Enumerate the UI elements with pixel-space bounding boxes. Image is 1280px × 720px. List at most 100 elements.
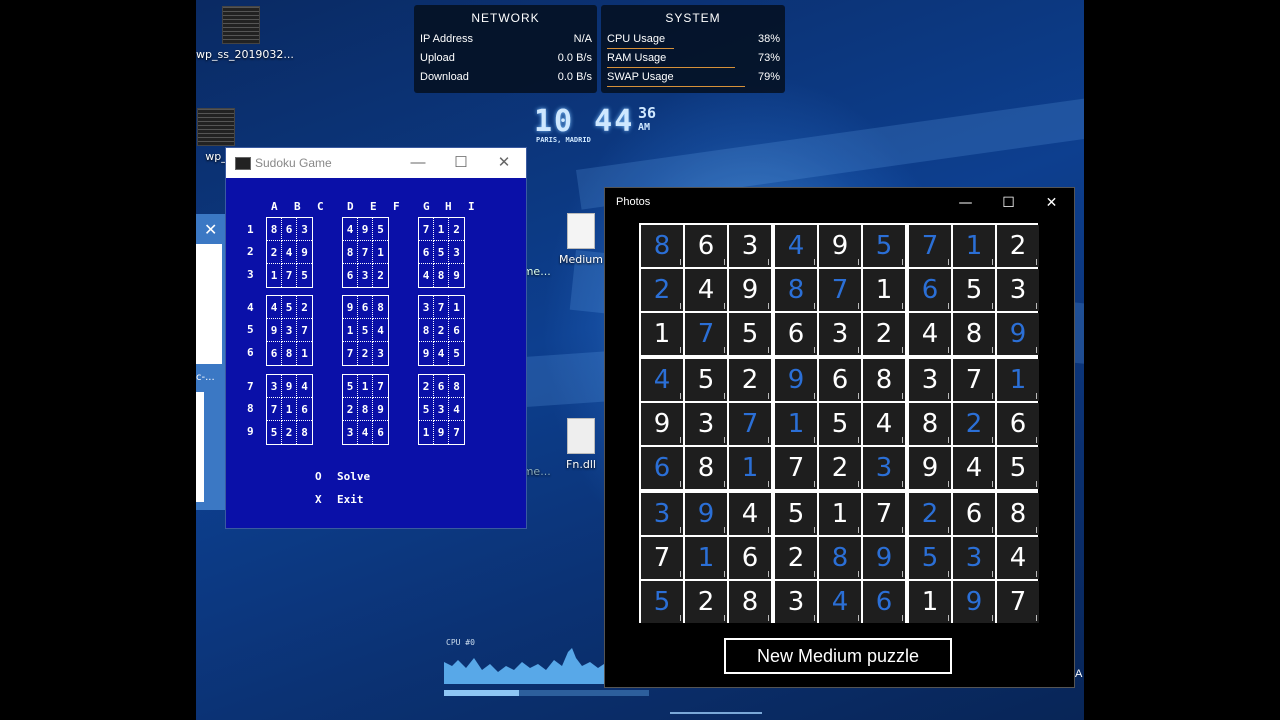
maximize-button[interactable]: ☐	[987, 188, 1030, 218]
board-cell: 4	[863, 403, 905, 445]
console-cell: 6	[297, 398, 312, 421]
sudoku-console-window[interactable]: Sudoku Game — ☐ ✕ ABCDEFGHI8632491754958…	[225, 147, 527, 529]
sudoku-box: 495871632	[342, 217, 389, 288]
board-cell: 9	[909, 447, 951, 489]
row-header: 2	[247, 245, 254, 258]
sudoku-box: 394716528	[266, 374, 313, 445]
system-row-value: 73%	[757, 52, 780, 64]
board-cell: 8	[863, 359, 905, 401]
console-cell: 2	[449, 218, 464, 241]
board-cell: 5	[997, 447, 1039, 489]
board-cell: 1	[729, 447, 771, 489]
console-cell: 8	[434, 264, 449, 287]
desktop-icon-wp-ss-1[interactable]: wp_ss_2019032...	[196, 6, 294, 61]
board-cell: 2	[909, 493, 951, 535]
console-cell: 7	[343, 342, 358, 365]
image-thumbnail-icon	[222, 6, 260, 44]
system-row-value: 79%	[757, 71, 780, 83]
console-cell: 8	[419, 319, 434, 342]
console-cell: 5	[282, 296, 297, 319]
board-cell: 5	[819, 403, 861, 445]
console-cell: 5	[267, 421, 282, 444]
partial-window-content	[196, 244, 222, 364]
solve-option[interactable]: Solve	[337, 470, 370, 483]
console-cell: 3	[419, 296, 434, 319]
menu-key: O	[315, 470, 322, 483]
sudoku-box: 452937681	[266, 295, 313, 366]
board-cell: 4	[775, 225, 817, 267]
network-widget: NETWORK IP Address N/A Upload 0.0 B/s Down…	[414, 5, 597, 93]
console-cell: 5	[343, 375, 358, 398]
console-cell: 4	[373, 319, 388, 342]
close-button[interactable]: ✕	[482, 148, 526, 178]
new-puzzle-button[interactable]: New Medium puzzle	[724, 638, 952, 674]
system-widget: SYSTEM CPU Usage 38% RAM Usage 73% SWAP Us…	[601, 5, 785, 93]
board-cell: 9	[775, 359, 817, 401]
system-row-cpu: CPU Usage 38%	[601, 33, 785, 52]
photos-window[interactable]: Photos — ☐ ✕ 863495712249871653175632489…	[604, 187, 1075, 688]
console-cell: 8	[373, 296, 388, 319]
sudoku-window-titlebar[interactable]: Sudoku Game — ☐ ✕	[226, 148, 526, 178]
console-cell: 9	[267, 319, 282, 342]
board-cell: 9	[685, 493, 727, 535]
close-button[interactable]: ✕	[1030, 188, 1073, 218]
console-cell: 2	[358, 342, 373, 365]
console-cell: 6	[449, 319, 464, 342]
network-row-label: Download	[420, 71, 469, 83]
maximize-button[interactable]: ☐	[439, 148, 483, 178]
board-cell: 6	[641, 447, 683, 489]
minimize-button[interactable]: —	[396, 148, 440, 178]
console-cell: 1	[301, 347, 308, 360]
console-cell: 7	[419, 218, 434, 241]
board-cell: 1	[775, 403, 817, 445]
cpu-usage-bar	[607, 48, 674, 49]
board-cell: 3	[685, 403, 727, 445]
cpu-graph-fill	[444, 690, 519, 696]
desktop-icon-label: wp_	[205, 150, 227, 163]
console-cell: 9	[373, 398, 388, 421]
taskbar-indicator	[670, 712, 762, 714]
clock-ampm: AM	[638, 122, 651, 133]
board-cell: 6	[819, 359, 861, 401]
console-cell: 3	[449, 241, 464, 264]
exit-option[interactable]: Exit	[337, 493, 364, 506]
console-app-icon	[235, 157, 251, 170]
board-cell: 4	[819, 581, 861, 623]
desktop-clock: 10 44 36 AM PARIS, MADRID	[534, 104, 656, 144]
board-cell: 1	[953, 225, 995, 267]
console-cell: 4	[282, 241, 297, 264]
system-row-label: CPU Usage	[607, 33, 666, 45]
board-cell: 7	[775, 447, 817, 489]
row-header: 7	[247, 380, 254, 393]
partial-background-window[interactable]: ✕ c-...	[196, 214, 226, 510]
board-cell: 2	[863, 313, 905, 355]
swap-usage-bar	[607, 86, 745, 87]
column-header: A	[271, 200, 278, 213]
board-cell: 7	[819, 269, 861, 311]
row-header: 5	[247, 323, 254, 336]
system-row-label: RAM Usage	[607, 52, 667, 64]
console-cell: 8	[343, 241, 358, 264]
board-cell: 6	[997, 403, 1039, 445]
cpu-graph-chart	[444, 648, 604, 684]
console-cell: 1	[358, 375, 373, 398]
sudoku-board-image: 8634957122498716531756324894529683719371…	[639, 223, 1039, 623]
sudoku-box: 268534197	[418, 374, 465, 445]
column-header: H	[445, 200, 452, 213]
network-row-value: 0.0 B/s	[557, 52, 592, 64]
board-cell: 1	[819, 493, 861, 535]
console-cell: 3	[434, 398, 449, 421]
minimize-button[interactable]: —	[944, 188, 987, 218]
board-cell: 1	[909, 581, 951, 623]
console-cell: 7	[358, 241, 373, 264]
row-header: 3	[247, 268, 254, 281]
console-cell: 9	[282, 375, 297, 398]
network-row-upload: Upload 0.0 B/s	[414, 52, 597, 71]
console-cell: 2	[267, 241, 282, 264]
console-cell: 1	[343, 319, 358, 342]
console-cell: 3	[282, 319, 297, 342]
clock-city: PARIS, MADRID	[536, 136, 591, 144]
board-cell: 9	[641, 403, 683, 445]
board-cell: 7	[641, 537, 683, 579]
close-icon[interactable]: ✕	[204, 220, 217, 239]
